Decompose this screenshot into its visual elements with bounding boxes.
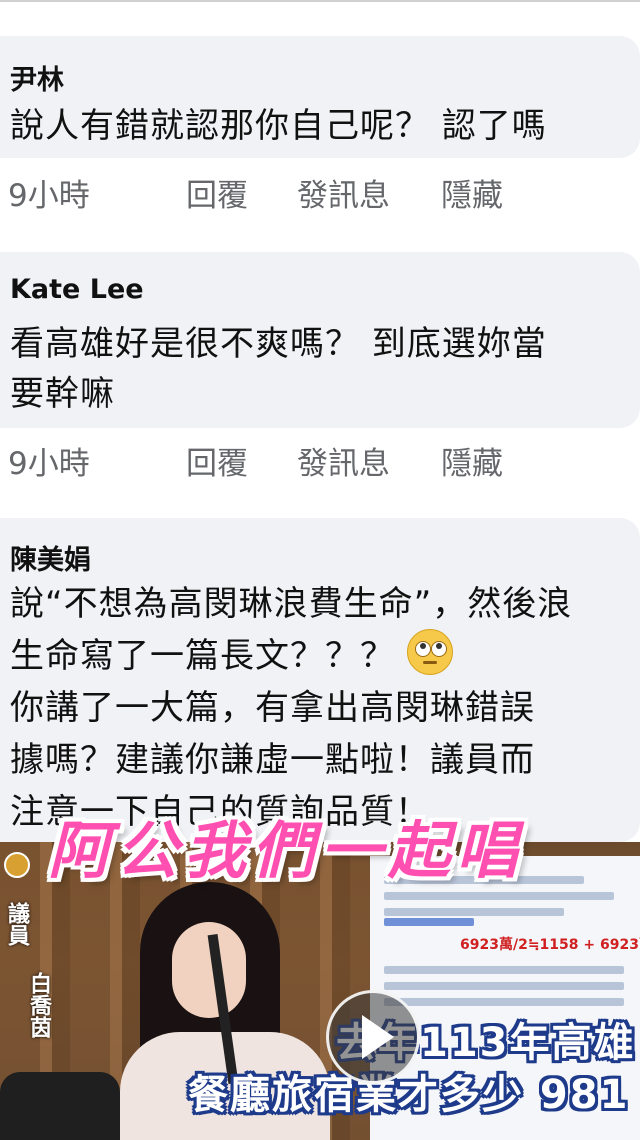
- comment-author[interactable]: 尹林: [10, 58, 64, 97]
- comment-text-line: 生命寫了一篇長文？？？: [10, 628, 453, 677]
- comment-text-line: 要幹嘛: [10, 374, 115, 414]
- side-label: 議員: [4, 902, 29, 946]
- video-overlay-title: 阿公我們一起唱: [48, 814, 525, 887]
- doc-line: [384, 966, 624, 974]
- comment-author[interactable]: Kate Lee: [10, 274, 144, 305]
- video-caption-line: 餐廳旅宿業才多少 981: [188, 1072, 630, 1118]
- comment-author[interactable]: 陳美娟: [10, 538, 91, 577]
- doc-line: [384, 982, 624, 990]
- comment-bubble: 尹林 說人有錯就認那你自己呢？ 認了嗎: [0, 36, 640, 158]
- comment-text-line: 說“不想為高閔琳浪費生命”，然後浪: [10, 584, 573, 624]
- hide-button[interactable]: 隱藏: [441, 438, 503, 483]
- comment-bubble: Kate Lee 看高雄好是很不爽嗎？ 到底選妳當 要幹嘛: [0, 252, 640, 428]
- doc-formula: 6923萬/2≒1158 + 6923萬/2: [460, 937, 640, 953]
- comment-time: 9小時: [8, 178, 90, 214]
- send-message-button[interactable]: 發訊息: [297, 170, 390, 215]
- chair: [0, 1072, 120, 1140]
- comment-actions: 9小時 回覆 發訊息 隱藏: [0, 170, 640, 220]
- comment-bubble: 陳美娟 說“不想為高閔琳浪費生命”，然後浪 生命寫了一篇長文？？？ 你講了一大篇…: [0, 518, 640, 842]
- comment-text-line: 你講了一大篇，有拿出高閔琳錯誤: [10, 688, 535, 728]
- play-icon: [362, 1015, 394, 1059]
- speaker-name: 白喬茵: [26, 972, 51, 1038]
- comment-time: 9小時: [8, 446, 90, 482]
- face-with-rolling-eyes-icon: [407, 629, 453, 675]
- send-message-button[interactable]: 發訊息: [297, 438, 390, 483]
- hide-button[interactable]: 隱藏: [441, 170, 503, 215]
- comment-text-line: 據嗎？建議你謙虛一點啦！議員而: [10, 740, 535, 780]
- comment-actions: 9小時 回覆 發訊息 隱藏: [0, 438, 640, 488]
- doc-highlight: [384, 918, 474, 926]
- reply-button[interactable]: 回覆: [186, 170, 248, 215]
- doc-line: [384, 892, 614, 900]
- doc-line: [384, 908, 564, 916]
- council-emblem-icon: [4, 852, 30, 878]
- doc-line: [384, 998, 624, 1006]
- play-button[interactable]: [326, 990, 420, 1084]
- top-divider: [0, 0, 640, 2]
- reply-button[interactable]: 回覆: [186, 438, 248, 483]
- comment-text-fragment: 生命寫了一篇長文？？？: [10, 636, 395, 676]
- comment-text-line: 看高雄好是很不爽嗎？ 到底選妳當: [10, 324, 547, 364]
- comment-text: 說人有錯就認那你自己呢？ 認了嗎: [10, 106, 547, 146]
